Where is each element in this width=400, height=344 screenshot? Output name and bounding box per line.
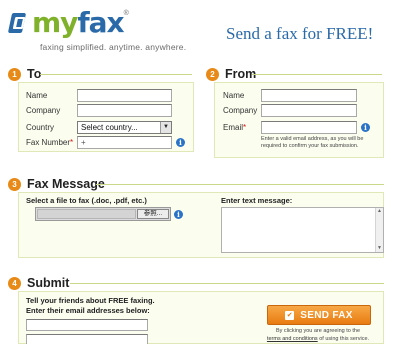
section-submit-header: 4 Submit [8,275,69,291]
registered-mark: ® [123,10,129,17]
section-message-header: 3 Fax Message [8,176,105,192]
info-icon[interactable]: i [176,138,185,147]
text-message-label: Enter text message: [221,196,293,205]
step-number-badge: 3 [8,177,21,191]
terms-agreement: By clicking you are agreeing to the term… [266,328,370,342]
send-fax-label: SEND FAX [300,309,353,321]
step-number-badge: 1 [8,67,21,81]
message-panel: Select a file to fax (.doc, .pdf, etc.) … [18,192,384,258]
from-name-input[interactable] [261,89,357,102]
fax-logo-icon [6,9,30,37]
scroll-down-icon[interactable]: ▼ [376,245,383,252]
browse-button[interactable]: 参照... [137,209,169,219]
check-icon: ✔ [285,310,295,320]
to-company-label: Company [26,106,61,115]
logo-wordmark: myfax [32,6,125,39]
section-from-header: 2 From [206,66,256,82]
email-note: Enter a valid email address, as you will… [261,136,364,149]
terms-link[interactable]: terms and conditions [267,336,318,342]
friend-email-input-1[interactable] [26,319,148,331]
submit-panel: Tell your friends about FREE faxing. Ent… [18,291,384,344]
myfax-logo[interactable]: myfax ® [6,6,129,40]
section-title: Submit [27,276,70,290]
promo-headline: Send a fax for FREE! [226,24,374,43]
info-icon[interactable]: i [174,210,183,219]
from-company-label: Company [223,106,258,115]
friend-email-input-2[interactable] [26,334,148,344]
to-country-label: Country [26,123,55,132]
section-divider [96,184,384,185]
header: myfax ® faxing simplified. anytime. anyw… [0,0,400,62]
file-upload[interactable]: 参照... [35,207,171,221]
to-name-label: Name [26,91,48,100]
textarea-scrollbar[interactable]: ▲ ▼ [375,208,383,252]
from-panel: Name Company Email* i Enter a valid emai… [214,82,384,158]
section-divider [70,283,384,284]
from-email-label: Email* [223,123,247,132]
text-message-input[interactable]: ▲ ▼ [221,207,384,253]
friends-label: Tell your friends about FREE faxing. Ent… [26,296,155,315]
country-select[interactable]: Select country... ▼ [77,121,172,134]
from-company-input[interactable] [261,104,357,117]
step-number-badge: 4 [8,276,21,290]
file-select-label: Select a file to fax (.doc, .pdf, etc.) [26,196,147,205]
file-path-field[interactable] [37,209,136,219]
chevron-down-icon: ▼ [160,122,171,133]
from-name-label: Name [223,91,245,100]
to-company-input[interactable] [77,104,172,117]
to-name-input[interactable] [77,89,172,102]
from-email-input[interactable] [261,121,357,134]
section-divider [252,74,382,75]
fax-number-label: Fax Number* [26,138,74,147]
step-number-badge: 2 [206,67,219,81]
scroll-up-icon[interactable]: ▲ [376,208,383,215]
to-panel: Name Company Country Select country... ▼… [18,82,194,152]
country-select-value: Select country... [81,123,138,132]
fax-number-input[interactable]: + [77,136,172,149]
send-fax-button[interactable]: ✔ SEND FAX [267,305,371,325]
tagline: faxing simplified. anytime. anywhere. [40,42,187,52]
info-icon[interactable]: i [361,123,370,132]
section-divider [40,74,192,75]
section-title: Fax Message [27,177,105,191]
section-to-header: 1 To [8,66,41,82]
